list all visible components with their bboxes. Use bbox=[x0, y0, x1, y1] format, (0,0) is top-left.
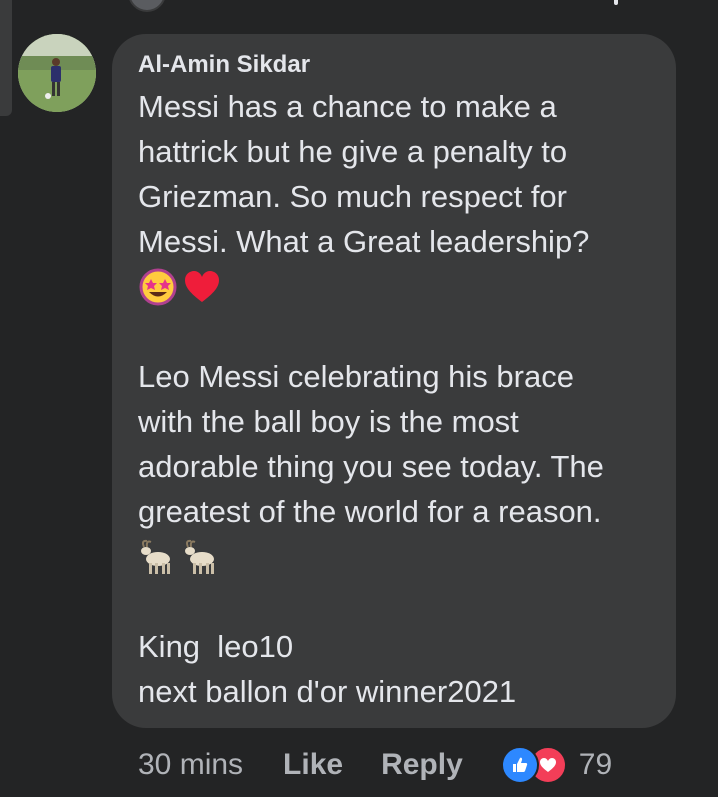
comment-line: Messi. What a Great leadership? bbox=[138, 224, 590, 259]
comment-line: Messi has a chance to make a bbox=[138, 89, 557, 124]
comment-line: hattrick but he give a penalty to bbox=[138, 134, 568, 169]
red-heart-emoji-icon bbox=[185, 270, 219, 302]
reply-button[interactable]: Reply bbox=[381, 748, 463, 782]
comment-text: Messi has a chance to make a hattrick bu… bbox=[138, 84, 668, 714]
previous-comment-fragment bbox=[614, 0, 618, 5]
comment-line: King leo10 bbox=[138, 629, 294, 664]
avatar[interactable] bbox=[18, 34, 96, 112]
like-icon bbox=[500, 746, 539, 784]
avatar-photo bbox=[18, 34, 96, 112]
comment-line: with the ball boy is the most bbox=[138, 404, 519, 439]
goat-emoji-icon bbox=[185, 539, 214, 574]
comment-line: adorable thing you see today. The bbox=[138, 449, 604, 484]
emoji-row bbox=[138, 534, 668, 579]
comment-actions: 30 mins Like Reply 79 bbox=[138, 740, 612, 790]
goat-emoji-icon bbox=[141, 539, 170, 574]
comment-line: Griezman. So much respect for bbox=[138, 179, 567, 214]
reaction-summary[interactable]: 79 bbox=[500, 746, 613, 784]
thread-line bbox=[0, 0, 12, 116]
comment-author[interactable]: Al-Amin Sikdar bbox=[138, 50, 310, 80]
star-struck-emoji-icon bbox=[139, 268, 177, 305]
like-button[interactable]: Like bbox=[283, 748, 343, 782]
comment-thread: Al-Amin Sikdar Messi has a chance to mak… bbox=[0, 0, 718, 797]
comment-line: Leo Messi celebrating his brace bbox=[138, 359, 574, 394]
comment-line: next ballon d'or winner2021 bbox=[138, 674, 517, 709]
comment-line: greatest of the world for a reason. bbox=[138, 494, 602, 529]
comment-timestamp[interactable]: 30 mins bbox=[138, 748, 243, 782]
emoji-row bbox=[138, 264, 668, 309]
previous-comment-avatar[interactable] bbox=[128, 0, 166, 12]
reaction-count: 79 bbox=[578, 748, 613, 781]
